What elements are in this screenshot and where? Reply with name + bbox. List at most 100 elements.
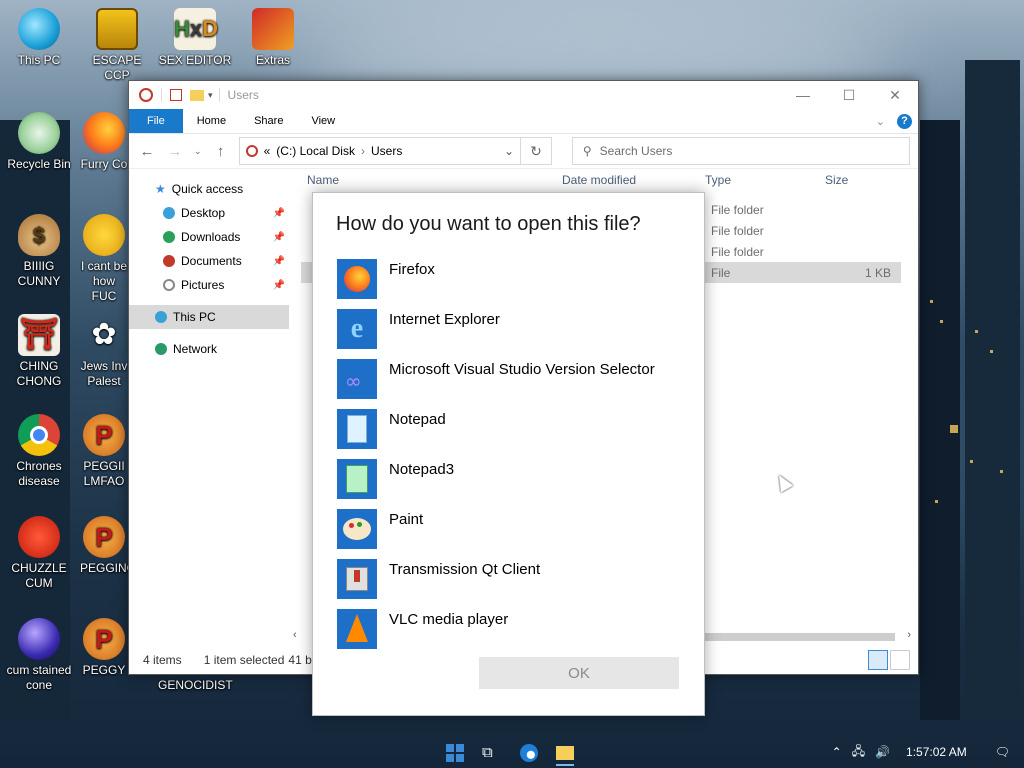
desktop-icon-peggii[interactable]: P PEGGII LMFAO [80, 414, 128, 489]
tab-share[interactable]: Share [240, 109, 297, 133]
desktop-icon-recycle-bin[interactable]: Recycle Bin [2, 112, 76, 172]
tab-file[interactable]: File [129, 109, 183, 133]
start-button[interactable] [446, 744, 464, 762]
tab-home[interactable]: Home [183, 109, 240, 133]
column-name[interactable]: Name [307, 173, 562, 187]
ribbon-expand-icon[interactable]: ⌄ [876, 115, 885, 128]
nav-documents[interactable]: Documents 📌 [129, 249, 289, 273]
desktop-icon-i-cant-be[interactable]: I cant be how FUC [80, 214, 128, 304]
taskbar-edge-button[interactable] [520, 744, 538, 762]
close-icon: ✕ [889, 86, 901, 103]
hxd-icon: HxD [174, 8, 218, 50]
minimize-button[interactable]: — [780, 81, 826, 109]
desktop-icon-biiiig-cunny[interactable]: $ BIIIIG CUNNY [2, 214, 76, 289]
status-size: 41 b [288, 653, 312, 667]
drive-icon [245, 145, 258, 157]
search-icon: ⚲ [582, 144, 592, 158]
new-folder-icon[interactable] [190, 89, 204, 101]
taskbar-explorer-button[interactable] [556, 744, 574, 766]
dialog-title: How do you want to open this file? [336, 213, 641, 235]
column-size[interactable]: Size [825, 173, 895, 187]
properties-icon[interactable] [170, 89, 182, 101]
details-view-icon[interactable] [868, 650, 888, 670]
show-hidden-icons-icon[interactable]: ⌃ [832, 745, 842, 759]
row-type: File folder [711, 223, 764, 238]
help-icon[interactable]: ? [897, 113, 912, 129]
desktop-icon-genocidist[interactable]: GENOCIDIST [158, 678, 233, 693]
nav-pictures[interactable]: Pictures 📌 [129, 273, 289, 297]
app-option-vlc[interactable]: VLC media player [337, 609, 697, 649]
volume-icon[interactable]: 🔊 [875, 745, 890, 759]
pin-icon: 📌 [272, 207, 285, 219]
search-input[interactable]: ⚲ Search Users [571, 137, 911, 165]
breadcrumb-drive[interactable]: (C:) Local Disk [276, 144, 355, 158]
large-icons-view-icon[interactable] [890, 650, 910, 670]
close-button[interactable]: ✕ [872, 81, 918, 109]
desktop-icon-jews-inv[interactable]: ✿ Jews Inv Palest [80, 314, 128, 389]
address-row: ← → ⌄ ↑ « (C:) Local Disk › Users ⌄ ↻ ⚲ … [129, 134, 918, 169]
tab-view[interactable]: View [297, 109, 349, 133]
network-icon[interactable]: 🖧 [852, 742, 865, 763]
recent-locations-button[interactable]: ⌄ [193, 146, 203, 157]
notepad-icon [337, 409, 377, 449]
app-option-notepad[interactable]: Notepad [337, 409, 697, 449]
nav-this-pc[interactable]: This PC [129, 305, 289, 329]
refresh-icon: ↻ [530, 142, 542, 159]
firefox-icon [337, 259, 377, 299]
address-bar[interactable]: « (C:) Local Disk › Users ⌄ [238, 137, 522, 165]
app-option-visual-studio[interactable]: ∞ Microsoft Visual Studio Version Select… [337, 359, 697, 399]
desktop-icon-sex-editor[interactable]: HxD SEX EDITOR [158, 8, 232, 68]
app-option-transmission[interactable]: Transmission Qt Client [337, 559, 697, 599]
qat-separator [161, 88, 162, 102]
desktop-icon-cum-stained-cone[interactable]: cum stained cone [2, 618, 76, 693]
desktop-icon-peggy[interactable]: P PEGGY [80, 618, 128, 678]
pictures-folder-icon [163, 279, 175, 291]
breadcrumb-folder[interactable]: Users [371, 144, 402, 158]
desktop-icon-escape-ccp[interactable]: ESCAPE CCP [80, 8, 154, 83]
desktop-icon-chrones-disease[interactable]: Chrones disease [2, 414, 76, 489]
nav-downloads[interactable]: Downloads 📌 [129, 225, 289, 249]
app-option-notepad3[interactable]: Notepad3 [337, 459, 697, 499]
back-button[interactable]: ← [137, 143, 157, 160]
recycle-bin-icon [18, 112, 60, 154]
app-option-paint[interactable]: Paint [337, 509, 697, 549]
row-type: File folder [711, 202, 764, 217]
nav-network[interactable]: Network [129, 337, 289, 361]
maximize-button[interactable]: ☐ [826, 81, 872, 109]
address-overflow[interactable]: « [264, 144, 271, 158]
desktop-icon-pegging[interactable]: P PEGGING [80, 516, 128, 576]
up-button[interactable]: ↑ [211, 143, 231, 160]
desktop-icon-furry-co[interactable]: Furry Co [80, 112, 128, 172]
extras-icon [252, 8, 294, 50]
nav-quick-access[interactable]: ★ Quick access [129, 177, 289, 201]
scroll-right-icon[interactable]: › [907, 629, 911, 641]
app-option-internet-explorer[interactable]: e Internet Explorer [337, 309, 697, 349]
scroll-left-icon[interactable]: ‹ [293, 629, 297, 641]
this-pc-icon [155, 311, 167, 323]
windows-icon [446, 744, 464, 762]
explorer-app-icon [139, 88, 153, 102]
system-tray: ⌃ 🖧 🔊 1:57:02 AM 🗨 [832, 736, 1024, 768]
app-option-firefox[interactable]: Firefox [337, 259, 697, 299]
column-type[interactable]: Type [705, 173, 825, 187]
notifications-icon[interactable]: 🗨 [995, 745, 1010, 759]
clock[interactable]: 1:57:02 AM [906, 745, 967, 759]
ok-button[interactable]: OK [479, 657, 679, 689]
desktop-icon-chuzzle-cum[interactable]: CHUZZLE CUM [2, 516, 76, 591]
qat-dropdown-icon[interactable]: ▾ [208, 90, 213, 101]
desktop-icon-ching-chong[interactable]: ⛩ CHING CHONG [2, 314, 76, 389]
this-pc-icon [18, 8, 60, 50]
nav-desktop[interactable]: Desktop 📌 [129, 201, 289, 225]
address-dropdown-icon[interactable]: ⌄ [504, 144, 514, 158]
column-date-modified[interactable]: Date modified [562, 173, 705, 187]
desktop-icon-extras[interactable]: Extras [236, 8, 310, 68]
ribbon: File Home Share View ⌄ ? [129, 109, 918, 134]
forward-button[interactable]: → [165, 143, 185, 160]
documents-folder-icon [163, 255, 175, 267]
scrollbar-thumb[interactable] [705, 633, 895, 641]
pin-icon: 📌 [272, 279, 285, 291]
task-view-button[interactable]: ⧉ [482, 744, 500, 762]
row-type: File folder [711, 244, 764, 259]
refresh-button[interactable]: ↻ [521, 137, 552, 165]
desktop-icon-this-pc[interactable]: This PC [2, 8, 76, 68]
